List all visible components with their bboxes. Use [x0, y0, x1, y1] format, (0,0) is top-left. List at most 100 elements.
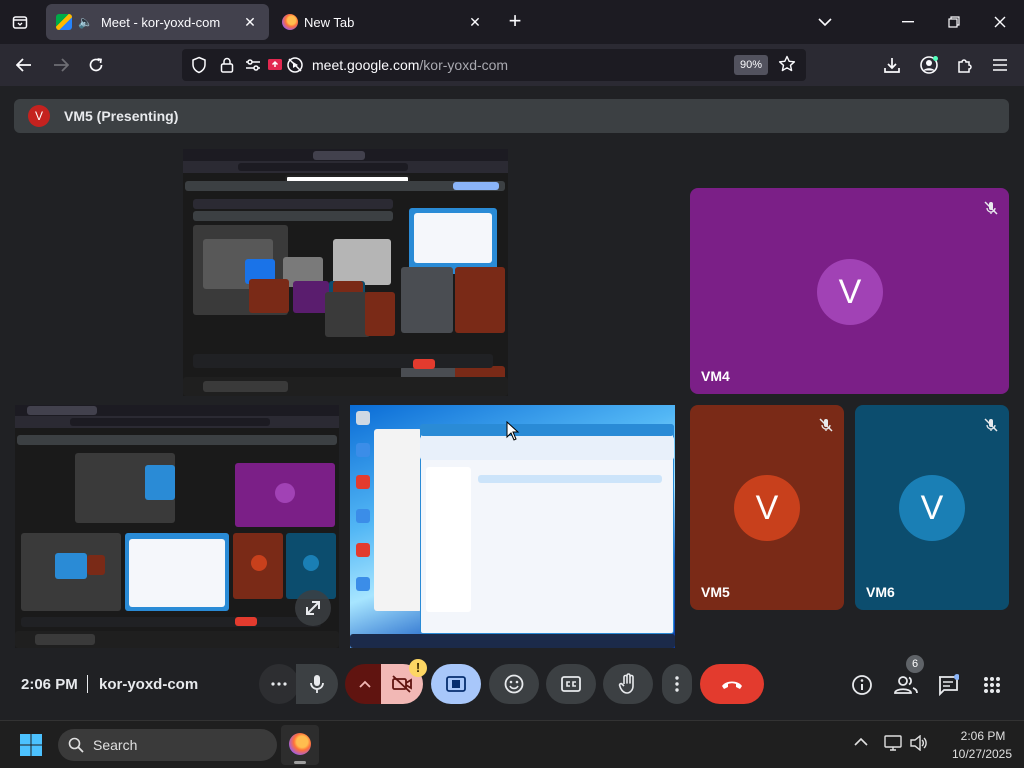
menu-hamburger-icon[interactable]: [986, 52, 1014, 78]
camera-off-icon: [392, 675, 412, 693]
meet-favicon-icon: [56, 14, 72, 30]
closed-captions-icon: [561, 676, 581, 692]
meet-call-area: V VM5 (Presenting) V VM4 V VM5 V VM6: [0, 86, 1024, 720]
mic-off-icon: [984, 201, 998, 215]
shared-screen-presentation[interactable]: [183, 149, 508, 396]
url-text[interactable]: meet.google.com/kor-yoxd-com: [312, 57, 508, 73]
close-tab-icon[interactable]: ✕: [241, 14, 259, 31]
new-tab-button[interactable]: +: [503, 10, 527, 34]
participant-tile-vm4[interactable]: V VM4: [690, 188, 1009, 394]
participant-name: VM5: [701, 584, 730, 600]
shared-screen-thumbnail-left[interactable]: [15, 405, 339, 648]
chevron-up-icon[interactable]: [854, 737, 868, 747]
reactions-button[interactable]: [489, 664, 539, 704]
more-vertical-icon: [675, 676, 679, 692]
participant-count-badge: 6: [906, 655, 924, 673]
tab-new-tab[interactable]: New Tab ✕: [272, 4, 494, 40]
participant-avatar: V: [817, 259, 883, 325]
more-options-button[interactable]: [662, 664, 692, 704]
search-placeholder: Search: [93, 737, 138, 753]
mic-off-icon: [984, 418, 998, 432]
captions-button[interactable]: [546, 664, 596, 704]
clock-time[interactable]: 2:06 PM: [960, 729, 1006, 743]
lock-icon[interactable]: [218, 56, 236, 74]
maximize-button[interactable]: [940, 8, 968, 36]
present-now-button[interactable]: [431, 664, 481, 704]
firefox-favicon-icon: [282, 14, 298, 30]
reload-button[interactable]: [82, 52, 110, 78]
participant-tile-vm5[interactable]: V VM5: [690, 405, 844, 610]
mouse-cursor-icon: [506, 421, 520, 441]
windows-taskbar: Search 2:06 PM 10/27/2025: [0, 720, 1024, 768]
navigation-toolbar: meet.google.com/kor-yoxd-com 90%: [0, 44, 1024, 86]
url-domain: meet.google.com: [312, 57, 420, 73]
network-icon[interactable]: [884, 735, 902, 751]
people-icon: [894, 676, 918, 694]
expand-icon[interactable]: [295, 590, 331, 626]
people-button[interactable]: [891, 670, 921, 700]
downloads-icon[interactable]: [878, 52, 906, 78]
presenting-banner: V VM5 (Presenting): [14, 99, 1009, 133]
extensions-icon[interactable]: [951, 52, 979, 78]
raise-hand-button[interactable]: [603, 664, 653, 704]
browser-tab-strip: 🔈 Meet - kor-yoxd-com ✕ New Tab ✕ +: [0, 0, 1024, 44]
forward-button[interactable]: [47, 52, 75, 78]
permissions-icon[interactable]: [244, 56, 262, 74]
tracking-protection-shield-icon[interactable]: [190, 56, 208, 74]
speaker-icon[interactable]: 🔈: [78, 15, 93, 29]
mic-off-icon: [819, 418, 833, 432]
microphone-icon: [310, 675, 324, 693]
chevron-down-icon[interactable]: [811, 8, 839, 36]
tab-meet[interactable]: 🔈 Meet - kor-yoxd-com ✕: [46, 4, 269, 40]
participant-tile-vm6[interactable]: V VM6: [855, 405, 1009, 610]
taskbar-firefox-button[interactable]: [281, 725, 319, 765]
participant-name: VM6: [866, 584, 895, 600]
more-horizontal-icon: [271, 682, 287, 686]
chat-button[interactable]: [933, 670, 963, 700]
presenter-label: VM5 (Presenting): [64, 108, 179, 124]
taskbar-search-box[interactable]: Search: [58, 729, 277, 761]
address-bar[interactable]: meet.google.com/kor-yoxd-com 90%: [182, 49, 806, 81]
apps-grid-icon: [984, 677, 1000, 693]
leave-call-button[interactable]: [700, 664, 764, 704]
search-icon: [68, 737, 84, 753]
participant-name: VM4: [701, 368, 730, 384]
windows-start-icon[interactable]: [19, 733, 43, 757]
volume-icon[interactable]: [910, 735, 928, 751]
url-path: /kor-yoxd-com: [419, 57, 509, 73]
participant-avatar: V: [734, 475, 800, 541]
bookmark-star-icon[interactable]: [778, 55, 796, 78]
meeting-controls-bar: 2:06 PM kor-yoxd-com ! 6: [0, 650, 1024, 720]
screen-root: 🔈 Meet - kor-yoxd-com ✕ New Tab ✕ + meet…: [0, 0, 1024, 768]
hand-icon: [618, 673, 634, 694]
account-icon[interactable]: [915, 52, 943, 78]
tab-list-icon[interactable]: [6, 10, 34, 34]
meeting-details-button[interactable]: [847, 670, 877, 700]
autoplay-blocked-icon[interactable]: [286, 56, 304, 74]
close-tab-icon[interactable]: ✕: [466, 14, 484, 31]
minimize-button[interactable]: [894, 8, 922, 36]
activities-button[interactable]: [977, 670, 1007, 700]
divider: [87, 675, 88, 693]
info-icon: [852, 675, 872, 695]
tab-title: Meet - kor-yoxd-com: [100, 14, 221, 30]
camera-options-button[interactable]: [345, 664, 385, 704]
clock-date[interactable]: 10/27/2025: [946, 747, 1018, 761]
running-indicator: [294, 761, 306, 764]
firefox-icon: [289, 733, 311, 755]
end-call-icon: [722, 681, 742, 689]
shared-screen-desktop[interactable]: [350, 405, 675, 648]
screen-sharing-indicator-icon[interactable]: [266, 56, 284, 74]
presenter-avatar: V: [28, 105, 50, 127]
zoom-level-badge[interactable]: 90%: [734, 55, 768, 75]
warning-badge-icon: !: [409, 659, 427, 677]
close-window-button[interactable]: [986, 8, 1014, 36]
chat-icon: [939, 674, 959, 696]
present-screen-icon: [446, 676, 466, 692]
participant-avatar: V: [899, 475, 965, 541]
back-button[interactable]: [10, 52, 38, 78]
chevron-up-icon: [359, 680, 371, 688]
microphone-button[interactable]: [296, 664, 338, 704]
emoji-icon: [504, 674, 524, 694]
more-audio-options-button[interactable]: [259, 664, 299, 704]
